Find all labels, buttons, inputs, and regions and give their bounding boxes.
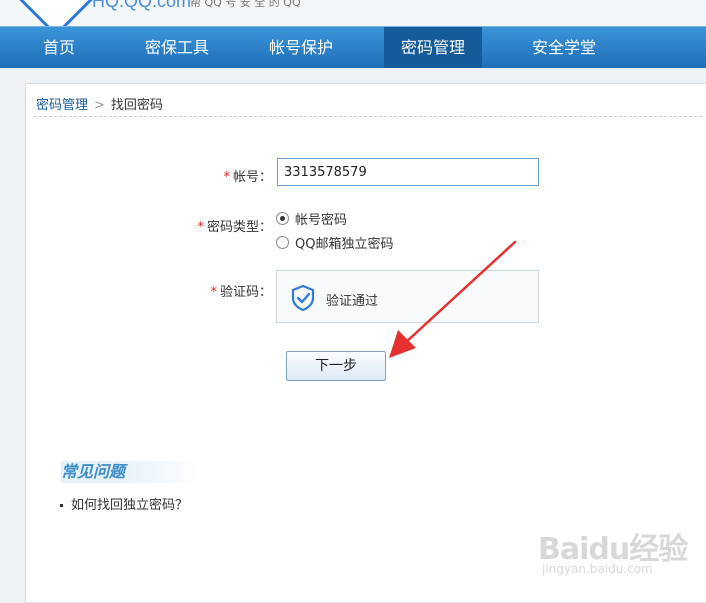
shield-check-icon — [291, 284, 315, 312]
next-step-button[interactable]: 下一步 — [286, 351, 386, 381]
breadcrumb-current: 找回密码 — [110, 98, 163, 113]
nav-item-home[interactable]: 首页 — [0, 27, 118, 68]
faq-item[interactable]: 如何找回独立密码？ — [60, 494, 188, 513]
radio-qqmail-password[interactable]: QQ邮箱独立密码 — [276, 233, 393, 252]
radio-account-password[interactable]: 帐号密码 — [276, 209, 347, 228]
logo-slogan: 帮 QQ 号 安 全 的 QQ — [190, 0, 301, 9]
nav-item-security-school[interactable]: 安全学堂 — [500, 27, 628, 68]
logo-text: HQ.QQ.com — [92, 0, 192, 11]
captcha-status: 验证通过 — [326, 294, 379, 309]
captcha-label: * 验证码： — [172, 281, 272, 300]
breadcrumb: 密码管理 > 找回密码 — [36, 94, 163, 113]
radio-unselected-icon[interactable] — [276, 236, 289, 249]
radio-label: 帐号密码 — [295, 213, 348, 228]
qq-logo-icon — [19, 0, 93, 26]
pwtype-label: * 密码类型： — [172, 216, 272, 235]
account-label: * 帐号： — [176, 166, 272, 185]
pwtype-label-text: 密码类型： — [206, 220, 272, 235]
breadcrumb-separator: > — [94, 98, 105, 113]
required-mark: * — [197, 220, 204, 235]
radio-selected-icon[interactable] — [276, 212, 289, 225]
bullet-icon — [60, 504, 63, 507]
account-label-text: 帐号： — [232, 170, 272, 185]
nav-item-password-management[interactable]: 密码管理 — [384, 27, 482, 68]
nav-item-security-tools[interactable]: 密保工具 — [118, 27, 236, 68]
main-nav: 首页 密保工具 帐号保护 密码管理 安全学堂 — [0, 26, 706, 68]
nav-item-account-protection[interactable]: 帐号保护 — [236, 27, 366, 68]
account-input[interactable] — [277, 158, 539, 186]
required-mark: * — [223, 170, 230, 185]
faq-title: 常见问题 — [61, 461, 201, 483]
breadcrumb-parent-link[interactable]: 密码管理 — [36, 98, 88, 113]
radio-label: QQ邮箱独立密码 — [295, 237, 394, 252]
divider — [34, 116, 702, 117]
required-mark: * — [210, 285, 217, 300]
content-panel: 密码管理>找回密码 *帐号： *密码类型： 帐号密码 QQ邮箱独立密码 *验证码… — [25, 83, 706, 603]
site-header: HQ.QQ.com 帮 QQ 号 安 全 的 QQ — [0, 0, 706, 26]
faq-item-text: 如何找回独立密码？ — [71, 498, 189, 513]
captcha-box[interactable]: 验证通过 — [276, 270, 539, 323]
captcha-label-text: 验证码： — [219, 285, 272, 300]
